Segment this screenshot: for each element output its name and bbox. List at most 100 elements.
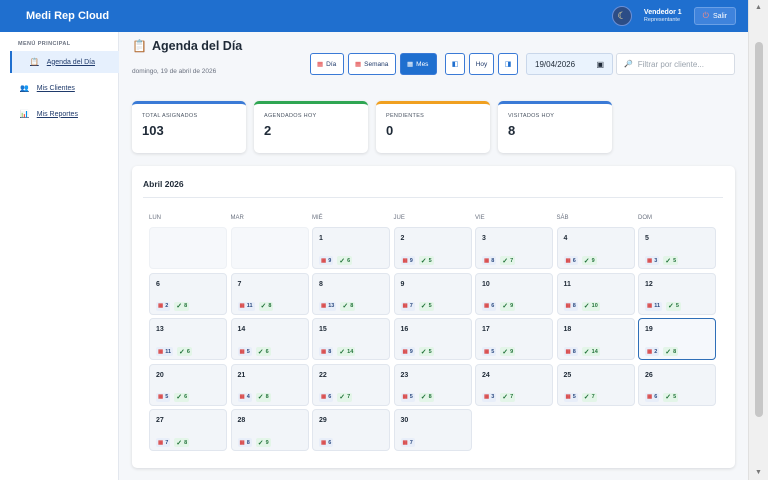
logout-button[interactable]: ⏻ Salir (693, 7, 736, 25)
view-day-button[interactable]: ▦ Día (310, 53, 344, 75)
calendar-day-cell[interactable]: 18 ▦ 8 ✓ 14 (556, 318, 635, 360)
calendar-day-cell[interactable]: 10 ▦ 6 ✓ 9 (475, 272, 553, 315)
calendar-day-cell[interactable]: 23 ▦ 5 ✓ 8 (393, 363, 472, 406)
calendar-day-cell[interactable]: 5 ▦ 3 ✓ 5 (638, 227, 716, 269)
assigned-count: 8 (246, 439, 250, 446)
day-badges: ▦ 11 ✓ 8 (237, 301, 274, 311)
users-icon: 👥 (20, 85, 29, 92)
calendar-day-cell[interactable]: 6 ▦ 2 ✓ 8 (149, 272, 227, 315)
sidebar-item-agenda[interactable]: 📋 Agenda del Día (10, 51, 119, 73)
calendar-day-cell[interactable]: 19 ▦ 2 ✓ 8 (638, 318, 716, 360)
calendar-day-cell[interactable]: 8 ▦ 13 ✓ 8 (312, 272, 390, 315)
calendar-day-cell[interactable]: 25 ▦ 5 ✓ 7 (556, 363, 635, 406)
calendar-day-cell[interactable]: 3 ▦ 8 ✓ 7 (475, 227, 553, 269)
scrollbar-thumb[interactable] (755, 42, 763, 417)
prev-button[interactable]: ◧ (445, 53, 465, 75)
sidebar-item-label: Mis Reportes (36, 110, 78, 118)
view-week-button[interactable]: ▦ Semana (348, 53, 396, 75)
calendar-icon: ▦ (484, 348, 490, 355)
stat-value: 0 (386, 123, 394, 138)
calendar-icon: ▦ (647, 257, 653, 264)
calendar-day-cell[interactable]: 9 ▦ 7 ✓ 5 (393, 272, 472, 315)
assigned-count: 9 (328, 257, 332, 264)
calendar-day-cell[interactable]: 1 ▦ 9 ✓ 6 (312, 227, 390, 269)
page-title: Agenda del Día (151, 39, 243, 53)
check-icon: ✓ (420, 303, 427, 310)
calendar-picker-icon[interactable]: ▣ (596, 60, 604, 69)
calendar-day-cell[interactable]: 22 ▦ 6 ✓ 7 (312, 363, 390, 406)
assigned-count: 7 (165, 439, 169, 446)
sidebar-item-reportes[interactable]: 📊 Mis Reportes (0, 103, 118, 125)
day-badges: ▦ 7 (400, 438, 415, 447)
view-week-label: Semana (364, 60, 389, 68)
calendar-day-cell[interactable]: 2 ▦ 9 ✓ 5 (393, 227, 472, 269)
page-date: domingo, 19 de abril de 2026 (132, 68, 217, 75)
visited-count: 8 (184, 439, 188, 446)
theme-toggle-button[interactable]: ☾ (611, 6, 632, 26)
calendar-day-cell[interactable]: 4 ▦ 6 ✓ 9 (556, 227, 635, 269)
today-button[interactable]: Hoy (469, 53, 494, 75)
calendar-day-cell[interactable]: 16 ▦ 9 ✓ 5 (393, 318, 472, 360)
assigned-badge: ▦ 8 (563, 301, 578, 311)
stat-label: VISITADOS HOY (508, 113, 555, 119)
calendar-day-cell[interactable]: 17 ▦ 5 ✓ 9 (475, 318, 553, 360)
calendar-day-cell[interactable]: 28 ▦ 8 ✓ 9 (230, 409, 309, 451)
view-month-button[interactable]: ▦ Mes (400, 53, 437, 75)
scroll-up-arrow-icon[interactable]: ▲ (755, 4, 762, 11)
day-badges: ▦ 5 ✓ 6 (237, 347, 271, 356)
calendar-day-cell[interactable]: 11 ▦ 8 ✓ 10 (556, 272, 635, 315)
calendar-day-cell[interactable]: 7 ▦ 11 ✓ 8 (230, 272, 309, 315)
calendar-day-cell[interactable]: 29 ▦ 6 (312, 409, 390, 451)
assigned-badge: ▦ 8 (482, 256, 497, 265)
assigned-count: 8 (328, 348, 332, 355)
visited-badge: ✓ 9 (500, 301, 516, 311)
calendar-day-cell[interactable]: 14 ▦ 5 ✓ 6 (230, 318, 309, 360)
day-number: 22 (319, 371, 327, 379)
sidebar-item-label: Agenda del Día (46, 58, 95, 66)
calendar-icon: ▦ (158, 348, 164, 355)
visited-badge: ✓ 8 (174, 301, 190, 311)
day-number: 21 (237, 371, 246, 379)
assigned-badge: ▦ 6 (645, 392, 660, 402)
assigned-count: 4 (246, 394, 250, 400)
vertical-scrollbar[interactable]: ▲ ▼ (748, 0, 768, 480)
assigned-badge: ▦ 6 (319, 438, 334, 447)
date-input[interactable]: 19/04/2026 ▣ (526, 53, 613, 75)
calendar-day-cell[interactable]: 24 ▦ 3 ✓ 7 (475, 363, 553, 406)
divider (143, 197, 723, 198)
visited-badge: ✓ 8 (340, 301, 356, 311)
calendar-grid-icon: ▦ (407, 61, 414, 68)
calendar-icon: ▦ (239, 348, 245, 355)
visited-count: 5 (428, 257, 432, 264)
calendar-day-cell[interactable]: 20 ▦ 5 ✓ 6 (149, 363, 227, 406)
client-filter-input[interactable]: 🔎 Filtrar por cliente... (616, 53, 735, 75)
visited-badge: ✓ 7 (581, 392, 597, 402)
check-icon: ✓ (176, 394, 183, 401)
visited-badge: ✓ 6 (177, 347, 192, 356)
calendar-icon: ▦ (647, 394, 653, 400)
calendar-day-cell[interactable]: 27 ▦ 7 ✓ 8 (149, 409, 227, 451)
next-button[interactable]: ◨ (498, 53, 518, 75)
check-icon: ✓ (583, 348, 590, 356)
day-number: 3 (482, 235, 486, 242)
calendar-day-cell[interactable]: 12 ▦ 11 ✓ 5 (638, 272, 716, 315)
scroll-down-arrow-icon[interactable]: ▼ (755, 469, 762, 476)
chart-icon: 📊 (20, 111, 29, 118)
visited-count: 14 (591, 348, 598, 355)
calendar-day-cell[interactable]: 21 ▦ 4 ✓ 8 (230, 363, 309, 406)
calendar-icon: ▦ (402, 439, 408, 446)
day-badges: ▦ 8 ✓ 7 (482, 256, 516, 265)
assigned-count: 3 (491, 394, 495, 400)
calendar-day-cell[interactable]: 30 ▦ 7 (393, 409, 472, 451)
calendar-icon: ▦ (565, 394, 571, 400)
assigned-count: 2 (165, 303, 169, 309)
arrow-left-icon: ◧ (451, 61, 459, 68)
check-icon: ✓ (583, 257, 590, 265)
day-badges: ▦ 8 ✓ 14 (563, 347, 600, 356)
calendar-day-cell[interactable]: 13 ▦ 11 ✓ 6 (149, 318, 227, 360)
page-header: 📋 Agenda del Día (132, 39, 242, 53)
calendar-day-cell[interactable]: 15 ▦ 8 ✓ 14 (312, 318, 390, 360)
sidebar-item-clientes[interactable]: 👥 Mis Clientes (0, 77, 118, 99)
calendar-day-cell[interactable]: 26 ▦ 6 ✓ 5 (638, 363, 716, 406)
assigned-badge: ▦ 11 (156, 347, 174, 356)
